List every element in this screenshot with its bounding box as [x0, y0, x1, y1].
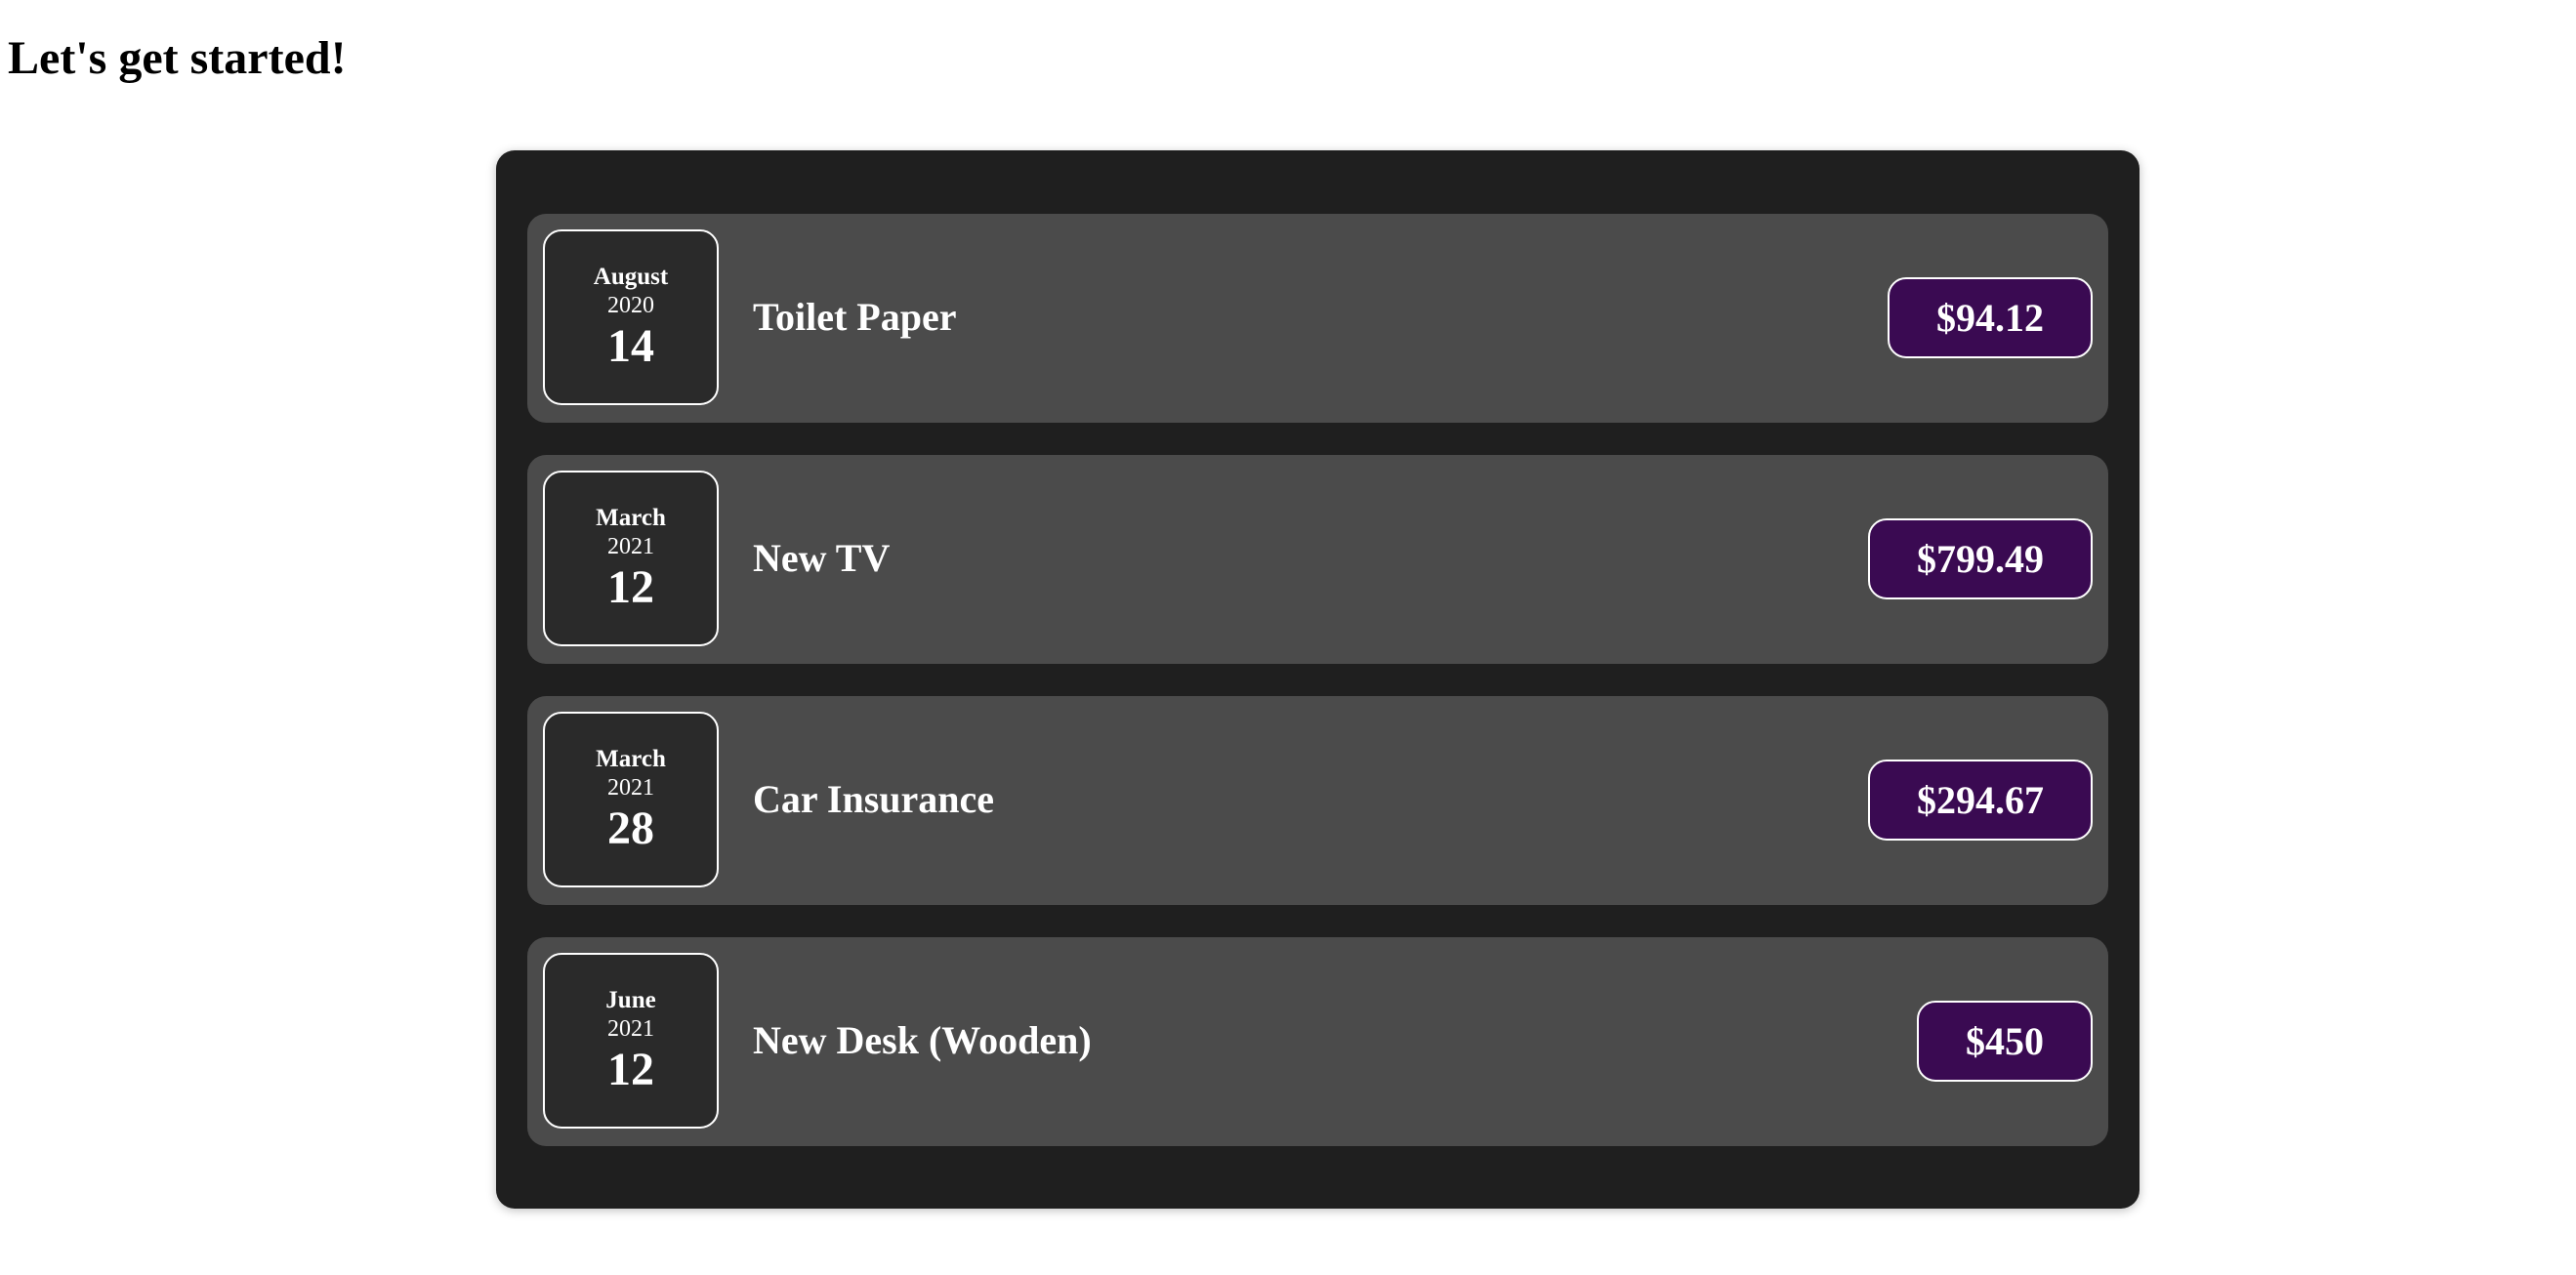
- expense-date-day: 12: [607, 561, 654, 613]
- expense-date-year: 2021: [607, 534, 654, 559]
- expense-date: March 2021 12: [543, 471, 719, 646]
- expense-date: June 2021 12: [543, 953, 719, 1129]
- expense-date-month: March: [596, 505, 666, 531]
- expense-item: March 2021 28 Car Insurance $294.67: [527, 696, 2108, 905]
- expense-item: March 2021 12 New TV $799.49: [527, 455, 2108, 664]
- expense-list: August 2020 14 Toilet Paper $94.12 March…: [527, 214, 2108, 1178]
- expense-title: New Desk (Wooden): [753, 1018, 1092, 1062]
- expense-item: June 2021 12 New Desk (Wooden) $450: [527, 937, 2108, 1146]
- expense-date-day: 14: [607, 320, 654, 372]
- expense-date-month: June: [605, 987, 656, 1013]
- expense-date-year: 2021: [607, 1016, 654, 1042]
- expense-date: August 2020 14: [543, 229, 719, 405]
- expense-date-year: 2021: [607, 775, 654, 801]
- expense-title: Car Insurance: [753, 777, 995, 821]
- expense-title: New TV: [753, 536, 891, 580]
- expense-date-day: 12: [607, 1044, 654, 1095]
- expense-price-badge: $94.12: [1888, 277, 2093, 358]
- expense-date-month: August: [593, 264, 669, 290]
- expense-price-badge: $799.49: [1868, 518, 2093, 599]
- page-title: Let's get started!: [8, 32, 347, 84]
- expense-date-year: 2020: [607, 293, 654, 318]
- expense-date-month: March: [596, 746, 666, 772]
- expenses-panel: August 2020 14 Toilet Paper $94.12 March…: [496, 150, 2140, 1209]
- expense-price-badge: $450: [1917, 1001, 2093, 1082]
- expense-price-badge: $294.67: [1868, 760, 2093, 841]
- expense-date-day: 28: [607, 802, 654, 854]
- expense-item: August 2020 14 Toilet Paper $94.12: [527, 214, 2108, 423]
- expense-date: March 2021 28: [543, 712, 719, 887]
- expense-title: Toilet Paper: [753, 295, 957, 339]
